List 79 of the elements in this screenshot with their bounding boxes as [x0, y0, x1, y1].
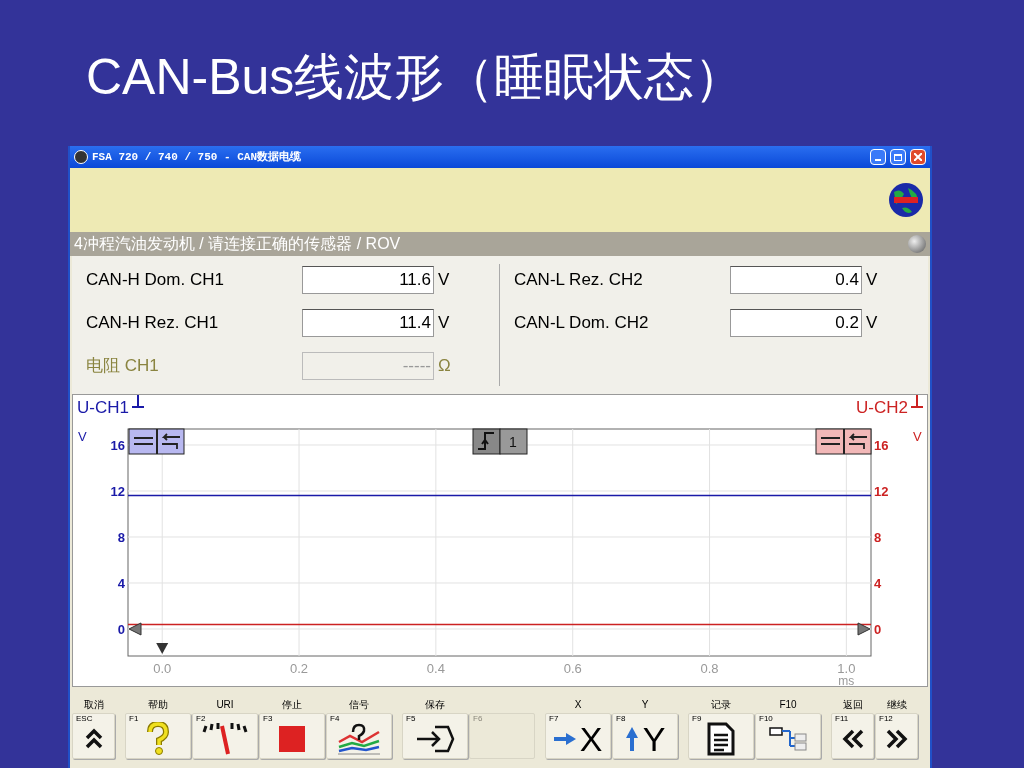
y-tick-label: 8: [874, 529, 882, 545]
status-text: 4冲程汽油发动机 / 请连接正确的传感器 / ROV: [74, 234, 401, 254]
key-label: F1: [129, 715, 139, 723]
y-tick-label: 16: [110, 437, 125, 453]
reading-unit: Ω: [438, 355, 451, 378]
reading-label: CAN-L Dom. CH2: [514, 312, 650, 335]
y-tick-label: 4: [117, 575, 125, 591]
y-tick-label: 12: [110, 483, 125, 499]
x-axis-unit: ms: [838, 673, 855, 686]
y-axis-unit: V: [913, 428, 922, 444]
y-axis-unit: V: [78, 428, 87, 444]
x-tick-label: 0.6: [563, 660, 582, 676]
key-label: F2: [196, 715, 206, 723]
function-key-button[interactable]: F12: [875, 713, 918, 759]
x-tick-label: 0.0: [153, 660, 172, 676]
reading-unit: V: [438, 269, 450, 292]
key-label: F12: [879, 715, 893, 723]
reading-value: -----: [302, 352, 434, 380]
function-key-button[interactable]: F5: [402, 713, 468, 759]
x-tick-label: 0.2: [290, 660, 309, 676]
trigger-channel-label: 1: [509, 433, 517, 450]
x-tick-label: 0.8: [700, 660, 719, 676]
key-label: F8: [616, 715, 626, 723]
key-label: F10: [759, 715, 773, 723]
channel-label: U-CH1: [77, 397, 129, 419]
key-label: F11: [835, 715, 849, 723]
reading-value: 0.2: [730, 309, 862, 337]
function-caption: 信号: [349, 698, 369, 712]
function-caption: 帮助: [148, 698, 168, 712]
function-key-button[interactable]: F10: [755, 713, 821, 759]
y-tick-label: 0: [874, 621, 882, 637]
axis-letter: Y: [642, 722, 666, 756]
function-key-button[interactable]: ESC: [72, 713, 115, 759]
reading-value: 11.4: [302, 309, 434, 337]
y-tick-label: 4: [874, 575, 882, 591]
reading-label: 电阻 CH1: [86, 355, 160, 378]
key-label: F6: [473, 715, 483, 723]
key-label: F4: [330, 715, 340, 723]
y-tick-label: 12: [874, 483, 889, 499]
function-key-button[interactable]: F4: [326, 713, 392, 759]
key-label: F9: [692, 715, 702, 723]
reading-value: 0.4: [730, 266, 862, 294]
function-caption: 停止: [282, 698, 302, 712]
function-key-button[interactable]: F7 X: [545, 713, 611, 759]
function-caption: 继续: [886, 698, 907, 712]
y-tick-label: 16: [874, 437, 889, 453]
function-caption: 返回: [842, 698, 863, 712]
function-key-button[interactable]: F8 Y: [612, 713, 678, 759]
key-label: ESC: [76, 715, 93, 723]
function-caption: URI: [216, 698, 234, 712]
reading-unit: V: [866, 312, 878, 335]
function-caption: 记录: [711, 698, 731, 712]
reading-unit: V: [866, 269, 878, 292]
y-tick-label: 8: [117, 529, 125, 545]
reading-label: CAN-L Rez. CH2: [514, 269, 644, 292]
function-key-button[interactable]: F9: [688, 713, 754, 759]
function-caption: X: [574, 698, 582, 712]
x-tick-label: 1.0: [837, 660, 856, 676]
function-caption: F10: [779, 698, 797, 712]
reading-label: CAN-H Rez. CH1: [86, 312, 220, 335]
key-label: F7: [549, 715, 559, 723]
function-key-button[interactable]: F1: [125, 713, 191, 759]
function-key-button[interactable]: F2: [192, 713, 258, 759]
channel-label: U-CH2: [856, 397, 908, 419]
axis-letter: X: [579, 722, 603, 756]
key-label: F3: [263, 715, 273, 723]
function-caption: 取消: [83, 698, 104, 712]
reading-label: CAN-H Dom. CH1: [86, 269, 225, 292]
reading-value: 11.6: [302, 266, 434, 294]
function-key-button[interactable]: F3: [259, 713, 325, 759]
reading-unit: V: [438, 312, 450, 335]
key-label: F5: [406, 715, 416, 723]
y-tick-label: 0: [117, 621, 125, 637]
function-key-button[interactable]: F11: [831, 713, 874, 759]
slide-title: CAN-Bus线波形（睡眠状态）: [86, 52, 746, 102]
function-caption: Y: [641, 698, 649, 712]
function-caption: 保存: [425, 698, 445, 712]
window-title: FSA 720 / 740 / 750 - CAN数据电缆: [92, 149, 303, 165]
x-tick-label: 0.4: [426, 660, 445, 676]
